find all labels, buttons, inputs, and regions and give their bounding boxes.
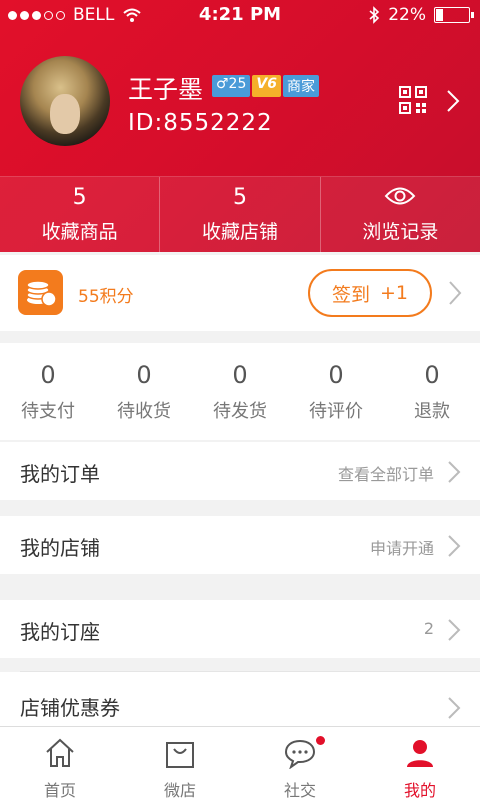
tab-shop[interactable]: 微店 [120, 727, 240, 801]
stat-label: 收藏商品 [41, 221, 118, 243]
points-row[interactable]: 55积分 签到 +1 [0, 255, 480, 331]
coupons-row[interactable]: 店铺优惠券 [0, 672, 480, 726]
pending-shipment[interactable]: 0 待发货 [192, 343, 288, 440]
order-status-label: 待发货 [213, 401, 267, 422]
tab-social[interactable]: 社交 [240, 727, 360, 801]
row-title: 我的订单 [20, 462, 100, 486]
browse-history-stat[interactable]: 浏览记录 [319, 177, 480, 253]
my-shop-row[interactable]: 我的店铺 申请开通 [0, 516, 480, 574]
stat-label: 收藏店铺 [201, 221, 278, 243]
order-count: 0 [424, 361, 440, 389]
qr-code-icon[interactable] [399, 86, 427, 114]
tab-label: 社交 [283, 781, 316, 800]
seat-count: 2 [423, 619, 434, 638]
coins-icon [18, 270, 63, 315]
row-title: 店铺优惠券 [20, 696, 120, 720]
vip-level-badge: V6 [252, 75, 281, 97]
home-icon [46, 738, 74, 767]
bottom-tab-bar: 首页 微店 社交 我的 [0, 726, 480, 801]
battery-icon [434, 7, 474, 23]
pending-receipt[interactable]: 0 待收货 [96, 343, 192, 440]
stat-value: 5 [232, 185, 247, 210]
chevron-right-icon[interactable] [446, 280, 464, 306]
shopping-bag-icon [166, 742, 194, 768]
chevron-right-icon[interactable] [440, 88, 466, 114]
sign-in-button[interactable]: 签到 +1 [308, 269, 432, 317]
order-count: 0 [328, 361, 344, 389]
user-id: ID:8552222 [128, 110, 273, 136]
profile-header: BELL 4:21 PM 22% 王子墨 ♂25 V6 商家 ID:855222… [0, 0, 480, 253]
apply-open-shop-link[interactable]: 申请开通 [370, 535, 434, 559]
user-name: 王子墨 [128, 75, 204, 104]
tab-label: 我的 [403, 781, 436, 800]
tab-me[interactable]: 我的 [360, 727, 480, 801]
bluetooth-icon [369, 6, 380, 24]
order-status-label: 待收货 [117, 401, 171, 422]
tab-label: 微店 [163, 781, 196, 800]
order-status-label: 待支付 [21, 401, 75, 422]
stat-value: 5 [72, 185, 87, 210]
order-count: 0 [136, 361, 152, 389]
pending-review[interactable]: 0 待评价 [288, 343, 384, 440]
status-bar: BELL 4:21 PM 22% [0, 0, 480, 32]
chevron-right-icon [448, 619, 461, 641]
view-all-orders-link[interactable]: 查看全部订单 [338, 461, 434, 485]
tab-label: 首页 [43, 781, 76, 800]
chevron-right-icon [448, 535, 461, 557]
points-balance: 55积分 [78, 287, 134, 307]
stats-bar: 5 收藏商品 5 收藏店铺 浏览记录 [0, 176, 480, 253]
battery-percent: 22% [388, 5, 426, 25]
row-title: 我的店铺 [20, 536, 100, 560]
stat-label: 浏览记录 [362, 221, 439, 243]
eye-icon [321, 185, 480, 213]
chevron-right-icon [448, 461, 461, 483]
person-icon [407, 740, 433, 767]
order-status-label: 待评价 [309, 401, 363, 422]
my-seats-row[interactable]: 我的订座 2 [0, 600, 480, 658]
tab-home[interactable]: 首页 [0, 727, 120, 801]
sign-in-bonus: +1 [380, 282, 409, 304]
refund[interactable]: 0 退款 [384, 343, 480, 440]
gender-age-badge: ♂25 [212, 75, 251, 97]
order-count: 0 [232, 361, 248, 389]
chat-bubble-icon [284, 739, 316, 769]
order-status-label: 退款 [414, 401, 450, 422]
favorite-products-stat[interactable]: 5 收藏商品 [0, 177, 159, 253]
notification-dot [316, 736, 325, 745]
favorite-shops-stat[interactable]: 5 收藏店铺 [159, 177, 319, 253]
merchant-badge: 商家 [282, 75, 319, 97]
order-status-bar: 0 待支付 0 待收货 0 待发货 0 待评价 0 退款 [0, 343, 480, 440]
order-count: 0 [40, 361, 56, 389]
chevron-right-icon [448, 697, 461, 719]
avatar[interactable] [20, 56, 110, 146]
pending-payment[interactable]: 0 待支付 [0, 343, 96, 440]
row-title: 我的订座 [20, 620, 100, 644]
my-orders-row[interactable]: 我的订单 查看全部订单 [0, 442, 480, 500]
sign-in-label: 签到 [331, 283, 370, 306]
